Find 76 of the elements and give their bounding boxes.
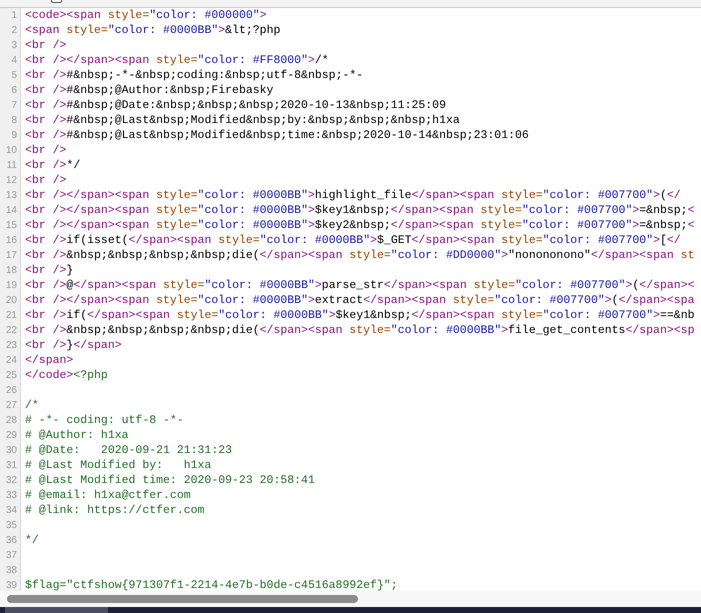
line-number: 1 bbox=[0, 8, 21, 23]
line-number: 25 bbox=[0, 368, 21, 383]
line-number: 35 bbox=[0, 518, 21, 533]
code-line: <br />if(</span><span style="color: #0000BB">$key1&nbsp;</span><span style="color: #007700">==&nb bbox=[25, 308, 695, 323]
line-number: 21 bbox=[0, 308, 21, 323]
line-number: 27 bbox=[0, 398, 21, 413]
line-number: 22 bbox=[0, 323, 21, 338]
line-number: 12 bbox=[0, 173, 21, 188]
code-line: <br /></span><span style="color: #0000BB">highlight_file</span><span style="color: #007700">(</ bbox=[25, 188, 681, 203]
line-number: 17 bbox=[0, 248, 21, 263]
code-line: <br />&nbsp;&nbsp;&nbsp;&nbsp;die(</span><span style="color: #0000BB">file_get_contents</span><sp bbox=[25, 323, 694, 338]
code-line: # @link: https://ctfer.com bbox=[25, 503, 204, 518]
code-line: # @Author: h1xa bbox=[25, 428, 129, 443]
code-line: </span> bbox=[25, 353, 74, 368]
code-line: */ bbox=[25, 533, 39, 548]
code-line: # @Last Modified by: h1xa bbox=[25, 458, 212, 473]
line-number: 28 bbox=[0, 413, 21, 428]
line-number: 4 bbox=[0, 53, 21, 68]
code-line: </code><?php bbox=[25, 368, 108, 383]
code-line: <br />@</span><span style="color: #0000BB">parse_str</span><span style="color: #007700">(</span>< bbox=[25, 278, 695, 293]
code-line: # @Last Modified time: 2020-09-23 20:58:41 bbox=[25, 473, 315, 488]
line-number: 11 bbox=[0, 158, 21, 173]
code-line: <br />#&nbsp;@Date:&nbsp;&nbsp;&nbsp;2020-10-13&nbsp;11:25:09 bbox=[25, 98, 446, 113]
code-line: <br /> bbox=[25, 173, 66, 188]
line-number: 37 bbox=[0, 548, 21, 563]
code-line: <br /> bbox=[25, 38, 66, 53]
line-number: 8 bbox=[0, 113, 21, 128]
code-line: <br />} bbox=[25, 263, 74, 278]
line-number: 13 bbox=[0, 188, 21, 203]
code-line: # -*- coding: utf-8 -*- bbox=[25, 413, 184, 428]
code-line: <br />}</span> bbox=[25, 338, 122, 353]
code-line: <br /> bbox=[25, 143, 66, 158]
line-number: 33 bbox=[0, 488, 21, 503]
line-number: 2 bbox=[0, 23, 21, 38]
line-number: 9 bbox=[0, 128, 21, 143]
line-number: 7 bbox=[0, 98, 21, 113]
line-number: 36 bbox=[0, 533, 21, 548]
line-number: 18 bbox=[0, 263, 21, 278]
line-number: 14 bbox=[0, 203, 21, 218]
line-number: 39 bbox=[0, 578, 21, 591]
code-line: # @email: h1xa@ctfer.com bbox=[25, 488, 191, 503]
line-number: 3 bbox=[0, 38, 21, 53]
code-line: <br /></span><span style="color: #FF8000">/* bbox=[25, 53, 329, 68]
horizontal-scrollbar[interactable] bbox=[0, 591, 701, 607]
line-number: 26 bbox=[0, 383, 21, 398]
code-line: <code><span style="color: #000000"> bbox=[25, 8, 267, 23]
code-line: <br />#&nbsp;@Last&nbsp;Modified&nbsp;by:&nbsp;&nbsp;&nbsp;h1xa bbox=[25, 113, 460, 128]
code-line: /* bbox=[25, 398, 39, 413]
scrollbar-thumb[interactable] bbox=[7, 595, 358, 603]
code-line: <br />#&nbsp;@Author:&nbsp;Firebasky bbox=[25, 83, 274, 98]
line-number: 38 bbox=[0, 563, 21, 578]
code-line: $flag="ctfshow{971307f1-2214-4e7b-b0de-c4516a8992ef}"; bbox=[25, 578, 398, 591]
code-line: <br />&nbsp;&nbsp;&nbsp;&nbsp;die(</span><span style="color: #DD0000">"nonononono"</span><span st bbox=[25, 248, 694, 263]
line-number: 5 bbox=[0, 68, 21, 83]
line-number: 6 bbox=[0, 83, 21, 98]
line-number: 20 bbox=[0, 293, 21, 308]
code-line: <br />*/ bbox=[25, 158, 80, 173]
code-line: <br />#&nbsp;-*-&nbsp;coding:&nbsp;utf-8&nbsp;-*- bbox=[25, 68, 364, 83]
line-number: 31 bbox=[0, 458, 21, 473]
line-number: 24 bbox=[0, 353, 21, 368]
code-line: <br /></span><span style="color: #0000BB">extract</span><span style="color: #007700">(</span><spa bbox=[25, 293, 694, 308]
line-number: 30 bbox=[0, 443, 21, 458]
code-line: <br /></span><span style="color: #0000BB">$key1&nbsp;</span><span style="color: #007700">=&nbsp;< bbox=[25, 203, 694, 218]
line-number: 19 bbox=[0, 278, 21, 293]
line-number: 16 bbox=[0, 233, 21, 248]
line-number: 10 bbox=[0, 143, 21, 158]
code-line: # @Date: 2020-09-21 21:31:23 bbox=[25, 443, 232, 458]
line-number: 34 bbox=[0, 503, 21, 518]
code-line: <br /></span><span style="color: #0000BB">$key2&nbsp;</span><span style="color: #007700">=&nbsp;< bbox=[25, 218, 694, 233]
line-number: 15 bbox=[0, 218, 21, 233]
code-line: <br />#&nbsp;@Last&nbsp;Modified&nbsp;time:&nbsp;2020-10-14&nbsp;23:01:06 bbox=[25, 128, 529, 143]
code-line: <span style="color: #0000BB">&lt;?php bbox=[25, 23, 280, 38]
line-number: 32 bbox=[0, 473, 21, 488]
line-number: 29 bbox=[0, 428, 21, 443]
code-line: <br />if(isset(</span><span style="color: #0000BB">$_GET</span><span style="color: #007700">[</ bbox=[25, 233, 681, 248]
line-number: 23 bbox=[0, 338, 21, 353]
